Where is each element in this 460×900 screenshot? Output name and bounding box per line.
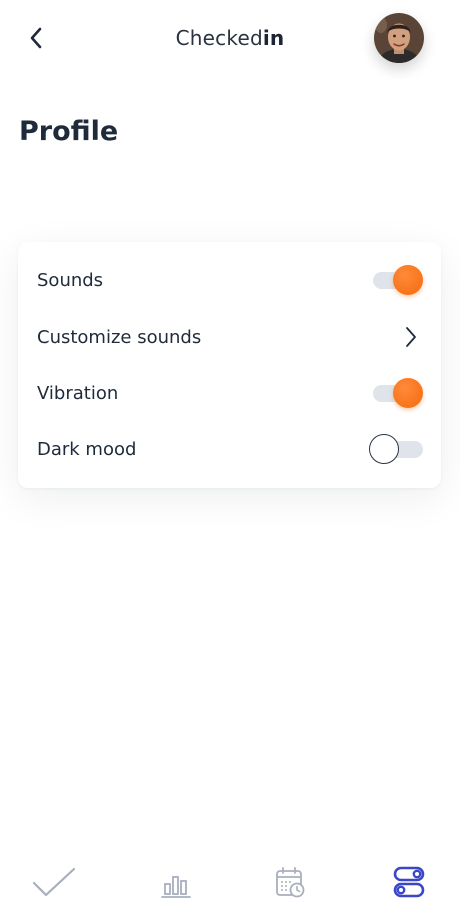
bottom-tab-bar <box>0 848 460 900</box>
settings-row-label: Customize sounds <box>37 326 202 348</box>
chevron-right-icon <box>399 321 423 353</box>
dark-mood-toggle[interactable] <box>369 433 423 465</box>
toggles-icon <box>393 866 425 898</box>
check-icon <box>32 867 76 897</box>
settings-row-customize-sounds[interactable]: Customize sounds <box>37 317 423 357</box>
settings-row-label: Sounds <box>37 269 104 291</box>
page-title: Profile <box>19 116 119 147</box>
vibration-toggle[interactable] <box>373 377 423 409</box>
user-avatar-image <box>374 13 424 63</box>
settings-row-dark-mood[interactable]: Dark mood <box>37 429 423 469</box>
calendar-clock-icon <box>276 867 305 898</box>
settings-card: Sounds Customize sounds Vibration Dark m… <box>18 242 441 488</box>
brand-bold-text: in <box>262 26 285 50</box>
settings-row-sounds[interactable]: Sounds <box>37 260 423 300</box>
top-bar: Checkedin <box>0 0 460 80</box>
avatar[interactable] <box>374 13 424 63</box>
sounds-toggle[interactable] <box>373 264 423 296</box>
bar-chart-icon <box>161 876 191 898</box>
toggle-knob <box>393 378 423 408</box>
settings-row-label: Vibration <box>37 382 119 404</box>
toggle-knob <box>393 265 423 295</box>
tab-schedule[interactable] <box>266 862 314 900</box>
tab-stats[interactable] <box>152 862 200 900</box>
toggle-knob <box>369 434 399 464</box>
settings-row-label: Dark mood <box>37 438 137 460</box>
tab-checkins[interactable] <box>30 862 78 900</box>
brand-light-text: Checked <box>175 26 263 50</box>
settings-row-vibration[interactable]: Vibration <box>37 373 423 413</box>
tab-settings[interactable] <box>385 862 433 900</box>
